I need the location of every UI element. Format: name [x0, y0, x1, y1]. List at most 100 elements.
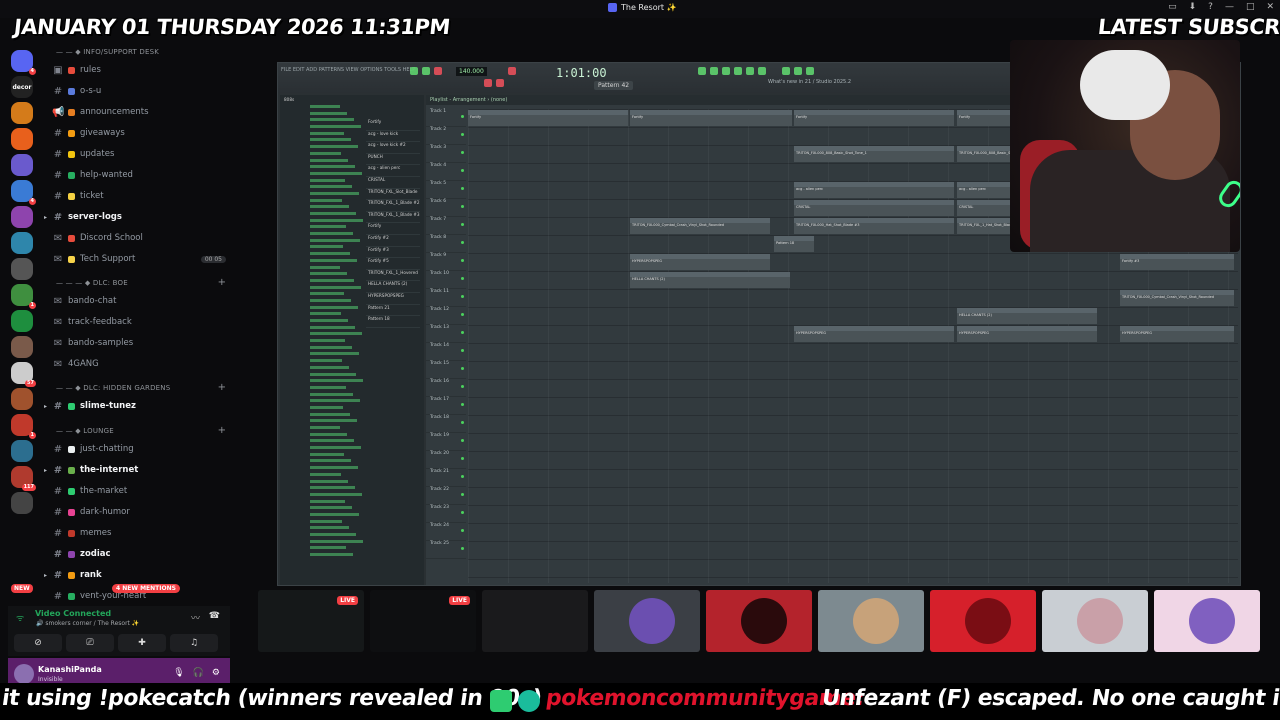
- track-label[interactable]: Track 24: [426, 523, 466, 541]
- browser-file-row[interactable]: [280, 432, 424, 439]
- new-badge[interactable]: NEW: [11, 584, 33, 593]
- browser-file-row[interactable]: [280, 365, 424, 372]
- server-green-icon[interactable]: [11, 310, 33, 332]
- browser-file-row[interactable]: [280, 425, 424, 432]
- server-calendar-icon[interactable]: [11, 128, 33, 150]
- pattern-item[interactable]: Fortify: [366, 223, 420, 235]
- track-label[interactable]: Track 3: [426, 145, 466, 163]
- browser-file-row[interactable]: [280, 492, 424, 499]
- channel-server-logs[interactable]: ▸ # server-logs: [44, 208, 230, 226]
- track-label[interactable]: Track 16: [426, 379, 466, 397]
- pattern-item[interactable]: PUNCH: [366, 154, 420, 166]
- playlist-clip[interactable]: Fortify: [794, 110, 954, 126]
- playlist-clip[interactable]: CRISTAL: [794, 200, 954, 216]
- add-channel-icon[interactable]: +: [218, 425, 226, 436]
- track-label[interactable]: Track 12: [426, 307, 466, 325]
- toolbar-button[interactable]: [722, 67, 730, 75]
- new-mentions-badge[interactable]: 4 NEW MENTIONS: [112, 584, 180, 593]
- track-label[interactable]: Track 23: [426, 505, 466, 523]
- browser-file-row[interactable]: [280, 385, 424, 392]
- pattern-item[interactable]: TRITON_FXL_1_Hovered: [366, 270, 420, 282]
- browser-file-row[interactable]: [280, 438, 424, 445]
- pattern-item[interactable]: Fortify #3: [366, 247, 420, 259]
- browser-file-row[interactable]: [280, 418, 424, 425]
- server-fire-icon[interactable]: 1: [11, 414, 36, 439]
- help-icon[interactable]: ?: [1208, 2, 1213, 12]
- channel-the-internet[interactable]: ▸ # the-internet: [44, 461, 230, 479]
- server-dark-icon[interactable]: [11, 492, 33, 514]
- browser-file-row[interactable]: [280, 505, 424, 512]
- playlist-clip[interactable]: Fortify #3: [1120, 254, 1234, 270]
- voice-status[interactable]: Video Connected: [35, 609, 111, 618]
- browser-file-row[interactable]: [280, 485, 424, 492]
- tile-avatar-red-hood[interactable]: [706, 590, 812, 652]
- tile-avatar-gorilla[interactable]: [594, 590, 700, 652]
- playlist-clip[interactable]: HYPERSPOPSPEG: [630, 254, 770, 270]
- tempo-display[interactable]: 140.000: [456, 67, 487, 76]
- playlist-clip[interactable]: HELLA CHANTS (2): [630, 272, 790, 288]
- browser-folder[interactable]: 808s: [280, 95, 424, 104]
- pattern-mode-button[interactable]: [484, 79, 492, 87]
- fl-menu-bar[interactable]: FILE EDIT ADD PATTERNS VIEW OPTIONS TOOL…: [278, 63, 415, 77]
- playlist-clip[interactable]: HELLA CHANTS (2): [957, 308, 1097, 324]
- tile-avatar-chopper[interactable]: [818, 590, 924, 652]
- track-label[interactable]: Track 4: [426, 163, 466, 181]
- server-game-icon[interactable]: 117: [11, 466, 36, 491]
- category-dlc-boe[interactable]: — — — ◆ DLC: BOE: [56, 279, 128, 287]
- browser-file-row[interactable]: [280, 405, 424, 412]
- playlist-clip[interactable]: TRITON_FXL000_Hat_Shot_Blade #3: [794, 218, 954, 234]
- server-gold-icon[interactable]: [11, 102, 33, 124]
- playlist-clip[interactable]: Fortify: [468, 110, 628, 126]
- news-hint[interactable]: What's new in 21 / Studio 2025.2: [768, 79, 851, 85]
- pattern-item[interactable]: acg - love kick #2: [366, 142, 420, 154]
- channel-track-feedback[interactable]: ✉ track-feedback: [52, 313, 230, 331]
- track-label[interactable]: Track 1: [426, 109, 466, 127]
- channel-slime-tunez[interactable]: ▸ # slime-tunez: [44, 397, 230, 415]
- track-label[interactable]: Track 9: [426, 253, 466, 271]
- channel-just-chatting[interactable]: # just-chatting: [52, 440, 230, 458]
- pattern-item[interactable]: acg - love kick: [366, 131, 420, 143]
- minimize-icon[interactable]: —: [1225, 2, 1234, 12]
- tile-camera[interactable]: [482, 590, 588, 652]
- tile-avatar-eye[interactable]: [1042, 590, 1148, 652]
- tile-stream-2[interactable]: LIVE: [370, 590, 476, 652]
- stop-button[interactable]: [422, 67, 430, 75]
- track-label[interactable]: Track 21: [426, 469, 466, 487]
- category-lounge[interactable]: — — ◆ LOUNGE: [56, 427, 114, 435]
- server-blue-icon[interactable]: 4: [11, 180, 36, 205]
- pattern-item[interactable]: acg - alien perc: [366, 165, 420, 177]
- playlist-clip[interactable]: HYPERSPOPSPEG: [794, 326, 954, 342]
- browser-file-row[interactable]: [280, 532, 424, 539]
- tile-avatar-red-creature[interactable]: [930, 590, 1036, 652]
- server-violet-icon[interactable]: [11, 206, 33, 228]
- disconnect-icon[interactable]: ☎: [209, 611, 220, 621]
- headphones-icon[interactable]: 🎧: [193, 668, 204, 678]
- toolbar-button[interactable]: [746, 67, 754, 75]
- browser-file-row[interactable]: [280, 552, 424, 559]
- record-button[interactable]: [434, 67, 442, 75]
- channel-the-market[interactable]: # the-market: [52, 482, 230, 500]
- browser-file-row[interactable]: [280, 338, 424, 345]
- server-white-icon[interactable]: 57: [11, 362, 36, 387]
- channel-tech-support[interactable]: ✉ Tech Support 00 05: [52, 250, 230, 268]
- metronome-button[interactable]: [508, 67, 516, 75]
- browser-file-row[interactable]: [280, 445, 424, 452]
- toolbar-button[interactable]: [758, 67, 766, 75]
- browser-file-row[interactable]: [280, 412, 424, 419]
- channel-dark-humor[interactable]: # dark-humor: [52, 503, 230, 521]
- track-label[interactable]: Track 6: [426, 199, 466, 217]
- server-decor-icon[interactable]: decor: [11, 76, 33, 98]
- channel-rules[interactable]: ▣ rules: [52, 61, 230, 79]
- play-button[interactable]: [410, 67, 418, 75]
- browser-file-row[interactable]: [280, 472, 424, 479]
- add-channel-icon[interactable]: +: [218, 277, 226, 288]
- channel-discord-school[interactable]: ✉ Discord School: [52, 229, 230, 247]
- channel-announcements[interactable]: 📢 announcements: [52, 103, 230, 121]
- discord-home-icon[interactable]: 4: [11, 50, 36, 75]
- browser-file-row[interactable]: [280, 458, 424, 465]
- browser-file-row[interactable]: [280, 111, 424, 118]
- inbox-icon[interactable]: ▭: [1168, 2, 1177, 12]
- channel-zodiac[interactable]: # zodiac: [52, 545, 230, 563]
- channel-memes[interactable]: # memes: [52, 524, 230, 542]
- toolbar-button[interactable]: [734, 67, 742, 75]
